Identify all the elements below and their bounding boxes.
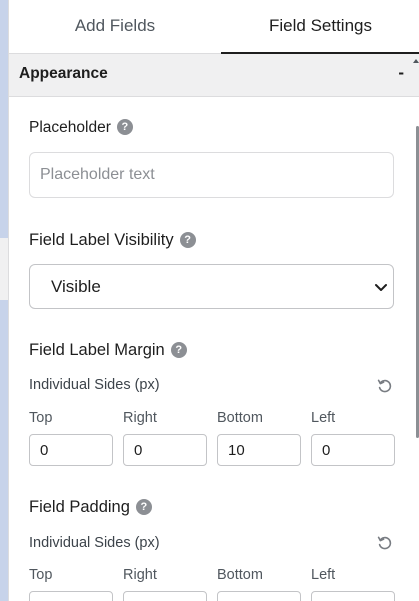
padding-bottom-input[interactable] [217, 591, 301, 601]
help-icon[interactable]: ? [135, 499, 152, 515]
tab-field-settings[interactable]: Field Settings [221, 0, 419, 54]
padding-left-input[interactable] [311, 591, 395, 601]
label-visibility-select[interactable]: Visible [29, 264, 394, 309]
scroll-up-arrow-icon[interactable] [413, 56, 419, 70]
padding-right-input[interactable] [123, 591, 207, 601]
side-label-right: Right [123, 410, 157, 426]
field-padding-sub-label: Individual Sides (px) [29, 535, 160, 551]
help-icon[interactable]: ? [170, 342, 187, 358]
margin-right-input[interactable] [123, 434, 207, 466]
placeholder-label-text: Placeholder [29, 119, 111, 136]
reset-icon[interactable] [377, 378, 393, 394]
label-margin-sub-label: Individual Sides (px) [29, 377, 160, 393]
collapse-toggle[interactable]: - [398, 63, 404, 83]
side-label-left: Left [311, 567, 336, 583]
padding-top-input[interactable] [29, 591, 113, 601]
label-margin-label-text: Field Label Margin [29, 341, 165, 359]
chevron-down-icon [375, 284, 387, 291]
placeholder-input[interactable] [29, 152, 394, 198]
help-icon[interactable]: ? [179, 232, 196, 248]
margin-bottom-input[interactable] [217, 434, 301, 466]
tab-bar: Add Fields Field Settings [9, 0, 419, 54]
label-visibility-label: Field Label Visibility? [29, 231, 196, 250]
appearance-section-header[interactable]: Appearance - [9, 54, 419, 97]
label-visibility-label-text: Field Label Visibility [29, 231, 174, 249]
canvas-notch [0, 238, 8, 300]
reset-icon[interactable] [377, 535, 393, 551]
section-title: Appearance [19, 65, 108, 82]
side-label-bottom: Bottom [217, 410, 263, 426]
tab-add-fields[interactable]: Add Fields [9, 0, 221, 54]
side-label-top: Top [29, 567, 53, 583]
margin-top-input[interactable] [29, 434, 113, 466]
side-label-right: Right [123, 567, 157, 583]
label-margin-label: Field Label Margin? [29, 341, 187, 360]
field-settings-panel: Add Fields Field Settings Appearance - P… [8, 0, 419, 601]
select-value: Visible [51, 277, 101, 296]
side-label-bottom: Bottom [217, 567, 263, 583]
editor-canvas-edge [0, 0, 8, 601]
field-padding-label-text: Field Padding [29, 498, 130, 516]
help-icon[interactable]: ? [116, 119, 133, 135]
placeholder-label: Placeholder? [29, 119, 133, 137]
side-label-top: Top [29, 410, 53, 426]
side-label-left: Left [311, 410, 336, 426]
margin-left-input[interactable] [311, 434, 395, 466]
field-padding-label: Field Padding? [29, 498, 152, 517]
